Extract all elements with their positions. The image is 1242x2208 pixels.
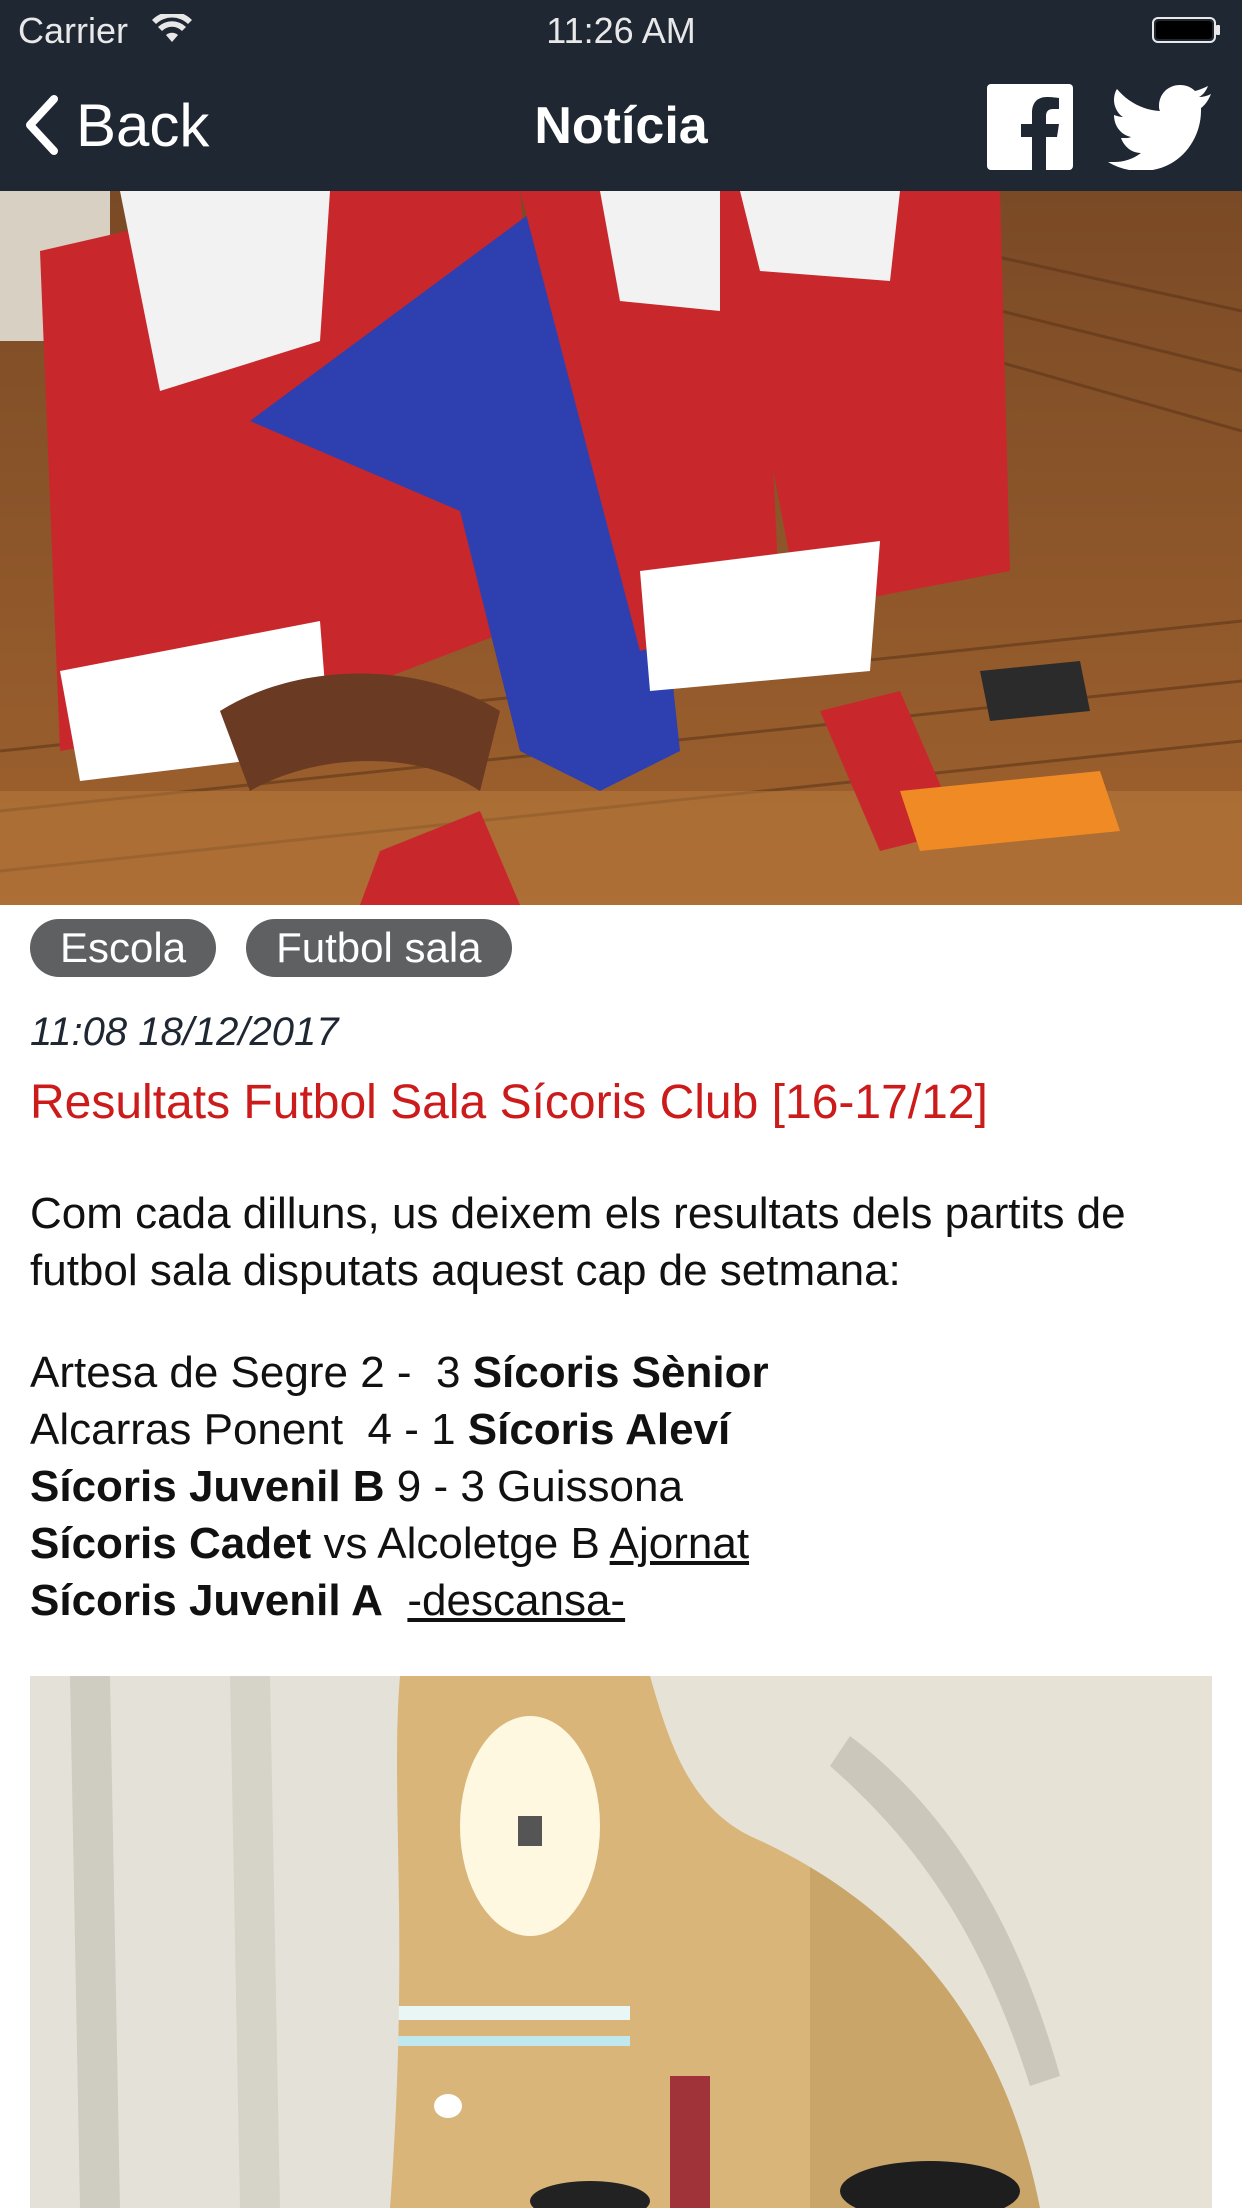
status-time: 11:26 AM (546, 10, 696, 51)
result-row: Sícoris Cadet vs Alcoletge B Ajornat (30, 1515, 1220, 1572)
result-team: Sícoris Sènior (472, 1348, 769, 1397)
result-text (383, 1576, 407, 1625)
navigation-bar: Carrier 11:26 AM Back Notícia (0, 0, 1242, 191)
article-date: 11:08 18/12/2017 (30, 1010, 339, 1054)
result-text: 9 - 3 Guissona (384, 1462, 683, 1511)
article-headline: Resultats Futbol Sala Sícoris Club [16-1… (30, 1076, 988, 1129)
tag-futbol-sala[interactable]: Futbol sala (246, 919, 512, 977)
result-team: Sícoris Juvenil B (30, 1462, 385, 1511)
hero-photo (0, 191, 1242, 905)
result-row: Artesa de Segre 2 - 3 Sícoris Sènior (30, 1344, 1220, 1401)
result-team: Sícoris Juvenil A (30, 1576, 383, 1625)
article-intro: Com cada dilluns, us deixem els resultat… (30, 1189, 1126, 1295)
article-body: Com cada dilluns, us deixem els resultat… (30, 1185, 1220, 1629)
result-row: Sícoris Juvenil A -descansa- (30, 1572, 1220, 1629)
results-list: Artesa de Segre 2 - 3 Sícoris Sènior Alc… (30, 1344, 1220, 1629)
result-link-descansa[interactable]: -descansa- (407, 1576, 625, 1625)
twitter-icon[interactable] (1108, 84, 1212, 170)
facebook-icon[interactable] (987, 84, 1073, 170)
result-text: Artesa de Segre 2 - 3 (30, 1348, 473, 1397)
status-bar: Carrier 11:26 AM (0, 0, 1242, 60)
result-text: vs Alcoletge B (311, 1519, 610, 1568)
result-row: Sícoris Juvenil B 9 - 3 Guissona (30, 1458, 1220, 1515)
result-team: Sícoris Aleví (467, 1405, 731, 1454)
result-link-ajornat[interactable]: Ajornat (610, 1519, 749, 1568)
tag-escola[interactable]: Escola (30, 919, 217, 977)
result-row: Alcarras Ponent 4 - 1 Sícoris Aleví (30, 1401, 1220, 1458)
result-team: Sícoris Cadet (30, 1519, 312, 1568)
tag-list: Escola Futbol sala (30, 919, 512, 977)
nav-bar: Back Notícia (0, 60, 1242, 191)
battery-icon (1152, 17, 1220, 43)
result-text: Alcarras Ponent 4 - 1 (30, 1405, 468, 1454)
article-photo (30, 1676, 1212, 2208)
